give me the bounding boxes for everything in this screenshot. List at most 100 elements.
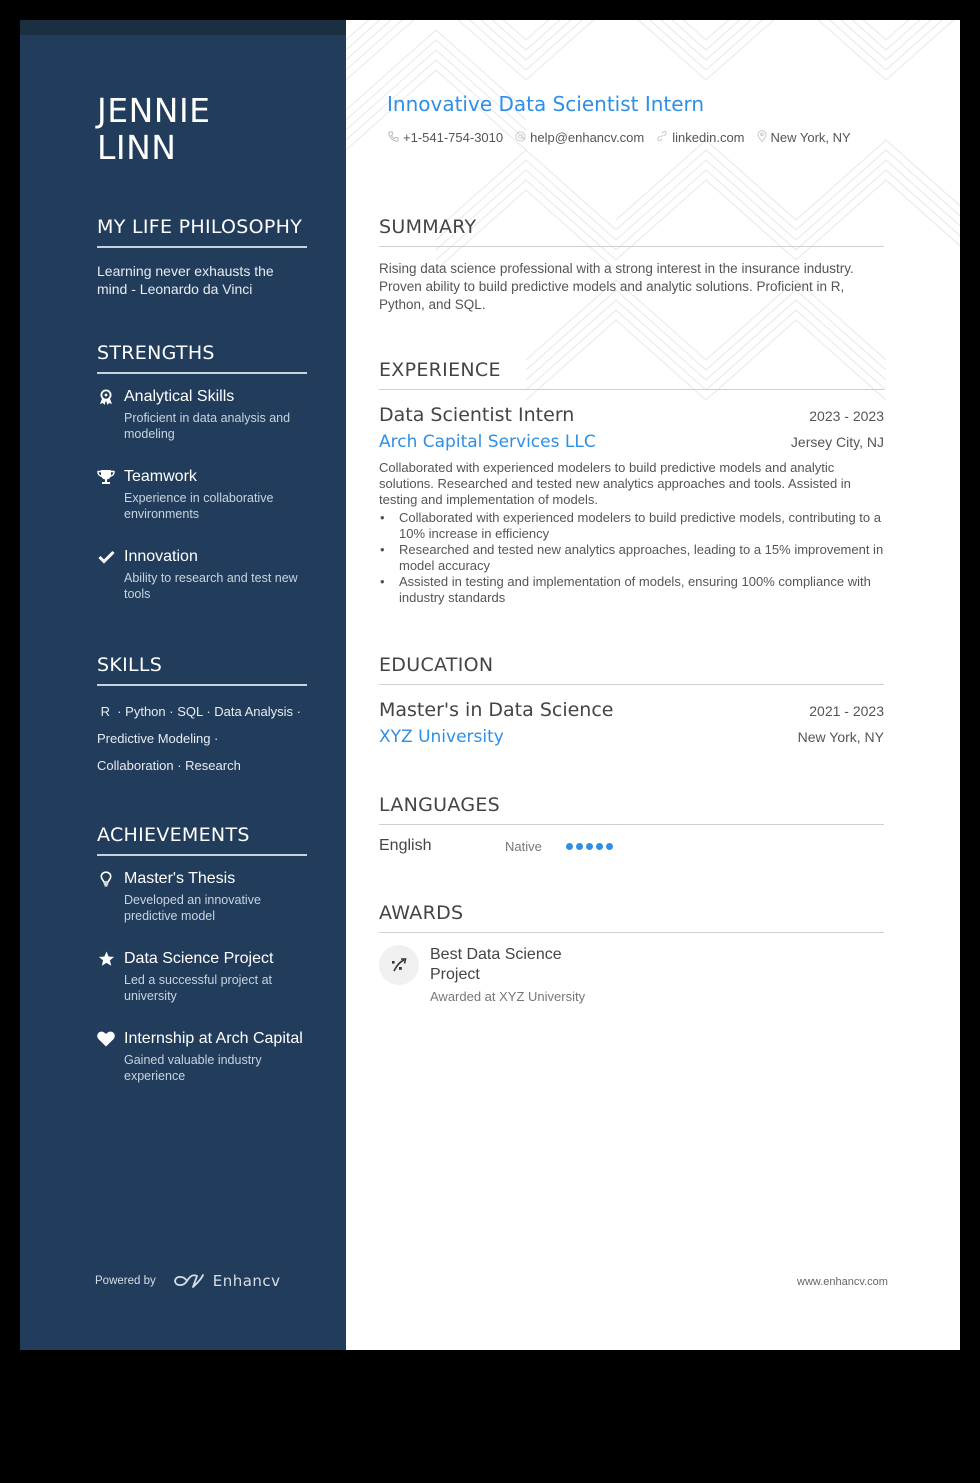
strength-desc: Ability to research and test new tools [124, 571, 298, 601]
powered-by: Powered by Enhancv [95, 1272, 281, 1290]
education-title: EDUCATION [379, 654, 884, 685]
enhancv-wordmark: Enhancv [212, 1272, 281, 1290]
strength-item: Teamwork Experience in collaborative env… [97, 467, 307, 522]
sidebar: JENNIE LINN MY LIFE PHILOSOPHY Learning … [20, 20, 346, 1350]
education-degree: Master's in Data Science [379, 699, 614, 721]
phone-icon [388, 130, 399, 145]
experience-entry-subheader: Arch Capital Services LLC Jersey City, N… [379, 432, 884, 452]
language-proficiency-dots [566, 842, 613, 850]
strength-item: Analytical Skills Proficient in data ana… [97, 387, 307, 442]
achievement-desc: Developed an innovative predictive model [124, 893, 261, 923]
strength-title: Teamwork [124, 468, 197, 485]
education-entry: Master's in Data Science 2021 - 2023 XYZ… [379, 699, 884, 747]
education-dates: 2021 - 2023 [809, 703, 884, 719]
experience-entry-header: Data Scientist Intern 2023 - 2023 [379, 404, 884, 426]
contact-text: help@enhancv.com [530, 130, 645, 145]
proficiency-dot [566, 842, 573, 850]
skills-section: SKILLS R · Python · SQL · Data Analysis … [97, 654, 307, 779]
experience-bullet: Researched and tested new analytics appr… [379, 542, 884, 574]
language-item: English Native [379, 837, 884, 855]
strength-title: Analytical Skills [124, 388, 235, 405]
sidebar-top-band [20, 20, 346, 35]
skills-list: R · Python · SQL · Data Analysis · Predi… [97, 698, 307, 779]
proficiency-dot [596, 842, 603, 850]
experience-entry: Data Scientist Intern 2023 - 2023 Arch C… [379, 404, 884, 606]
contact-bar: +1-541-754-3010 help@enhancv.com linkedi… [388, 130, 851, 145]
languages-section: LANGUAGES English Native [379, 794, 884, 855]
language-level: Native [505, 838, 542, 854]
footer-url-link[interactable]: www.enhancv.com [797, 1276, 888, 1288]
proficiency-dot [576, 842, 583, 850]
candidate-name: JENNIE LINN [97, 92, 327, 166]
skills-line: Collaboration · Research [97, 758, 241, 773]
achievement-item: Internship at Arch Capital Gained valuab… [97, 1029, 307, 1084]
skills-line: R · Python · SQL · Data Analysis · [97, 704, 301, 719]
link-icon [656, 130, 668, 145]
contact-linkedin[interactable]: linkedin.com [656, 130, 745, 145]
summary-title: SUMMARY [379, 216, 884, 247]
philosophy-title: MY LIFE PHILOSOPHY [97, 216, 307, 248]
languages-title: LANGUAGES [379, 794, 884, 825]
contact-phone[interactable]: +1-541-754-3010 [388, 130, 503, 145]
strength-title: Innovation [124, 548, 198, 565]
contact-text: linkedin.com [672, 130, 745, 145]
achievement-desc: Gained valuable industry experience [124, 1053, 262, 1083]
name-last: LINN [97, 128, 177, 167]
achievement-title: Data Science Project [124, 950, 274, 967]
achievement-item: Master's Thesis Developed an innovative … [97, 869, 307, 924]
resume-page: JENNIE LINN MY LIFE PHILOSOPHY Learning … [20, 20, 960, 1350]
achievements-title: ACHIEVEMENTS [97, 824, 307, 856]
experience-title: EXPERIENCE [379, 359, 884, 390]
experience-bullets: Collaborated with experienced modelers t… [379, 510, 884, 606]
achievements-section: ACHIEVEMENTS Master's Thesis Developed a… [97, 824, 307, 1084]
achievement-desc: Led a successful project at university [124, 973, 272, 1003]
education-entry-subheader: XYZ University New York, NY [379, 727, 884, 747]
experience-description: Collaborated with experienced modelers t… [379, 460, 851, 507]
at-icon [515, 130, 526, 145]
education-entry-header: Master's in Data Science 2021 - 2023 [379, 699, 884, 721]
experience-bullet: Collaborated with experienced modelers t… [379, 510, 884, 542]
education-location: New York, NY [797, 729, 884, 745]
award-ribbon-icon [97, 388, 115, 406]
education-school[interactable]: XYZ University [379, 727, 504, 747]
education-section: EDUCATION Master's in Data Science 2021 … [379, 654, 884, 747]
contact-email[interactable]: help@enhancv.com [515, 130, 644, 145]
experience-location: Jersey City, NJ [790, 434, 884, 450]
experience-dates: 2023 - 2023 [809, 408, 884, 424]
language-name: English [379, 837, 432, 854]
summary-text: Rising data science professional with a … [379, 261, 854, 312]
philosophy-text: Learning never exhausts the mind - Leona… [97, 263, 274, 297]
achievement-item: Data Science Project Led a successful pr… [97, 949, 307, 1004]
experience-role: Data Scientist Intern [379, 404, 575, 426]
summary-section: SUMMARY Rising data science professional… [379, 216, 884, 314]
achievement-title: Master's Thesis [124, 870, 236, 887]
enhancv-logo-link[interactable]: Enhancv [173, 1272, 281, 1290]
skills-title: SKILLS [97, 654, 307, 686]
award-desc: Awarded at XYZ University [430, 989, 586, 1004]
strength-desc: Proficient in data analysis and modeling [124, 411, 291, 441]
enhancv-logo-icon [173, 1274, 204, 1288]
proficiency-dot [606, 842, 613, 850]
contact-text: New York, NY [770, 130, 851, 145]
trophy-icon [97, 468, 115, 486]
proficiency-dot [586, 842, 593, 850]
powered-by-label: Powered by [95, 1275, 156, 1287]
growth-chart-icon [379, 945, 419, 985]
strengths-section: STRENGTHS Analytical Skills Proficient i… [97, 342, 307, 602]
checkmark-icon [97, 548, 115, 566]
awards-title: AWARDS [379, 902, 884, 933]
contact-text: +1-541-754-3010 [403, 130, 504, 145]
strength-item: Innovation Ability to research and test … [97, 547, 307, 602]
awards-section: AWARDS Best Data Science Project Awarded… [379, 902, 884, 1004]
achievement-title: Internship at Arch Capital [124, 1030, 303, 1047]
experience-bullet: Assisted in testing and implementation o… [379, 574, 884, 606]
experience-company[interactable]: Arch Capital Services LLC [379, 432, 596, 452]
job-title: Innovative Data Scientist Intern [387, 92, 705, 116]
award-title: Best Data Science Project [430, 946, 562, 983]
philosophy-section: MY LIFE PHILOSOPHY Learning never exhaus… [97, 216, 307, 298]
name-first: JENNIE [97, 91, 211, 130]
strengths-title: STRENGTHS [97, 342, 307, 374]
star-icon [97, 950, 115, 968]
lightbulb-icon [97, 870, 115, 888]
heart-icon [97, 1030, 115, 1048]
